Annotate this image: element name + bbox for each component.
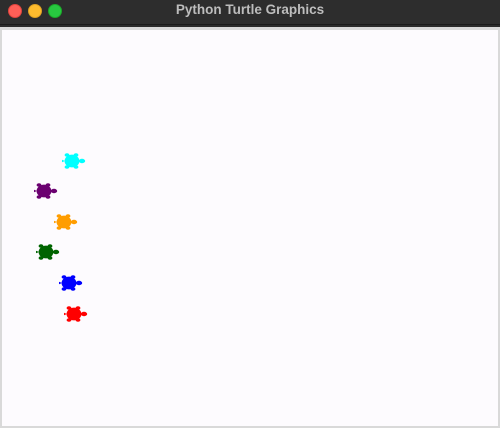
turtle-icon [36,244,60,260]
turtle-icon [62,153,86,169]
title-bar[interactable]: Python Turtle Graphics [0,0,500,25]
turtle-window: Python Turtle Graphics [0,0,500,428]
turtle-canvas[interactable] [2,30,498,426]
turtle-icon [34,183,58,199]
turtle-icon [54,214,78,230]
turtle-orange [53,212,79,230]
window-title: Python Turtle Graphics [175,2,325,17]
turtle-icon [59,275,83,291]
turtle-green [35,242,61,260]
turtle-cyan [61,151,87,169]
turtle-blue [58,273,84,291]
turtle-icon [64,306,88,322]
turtle-red [63,304,89,322]
canvas-frame [0,27,500,428]
turtle-purple [33,181,59,199]
